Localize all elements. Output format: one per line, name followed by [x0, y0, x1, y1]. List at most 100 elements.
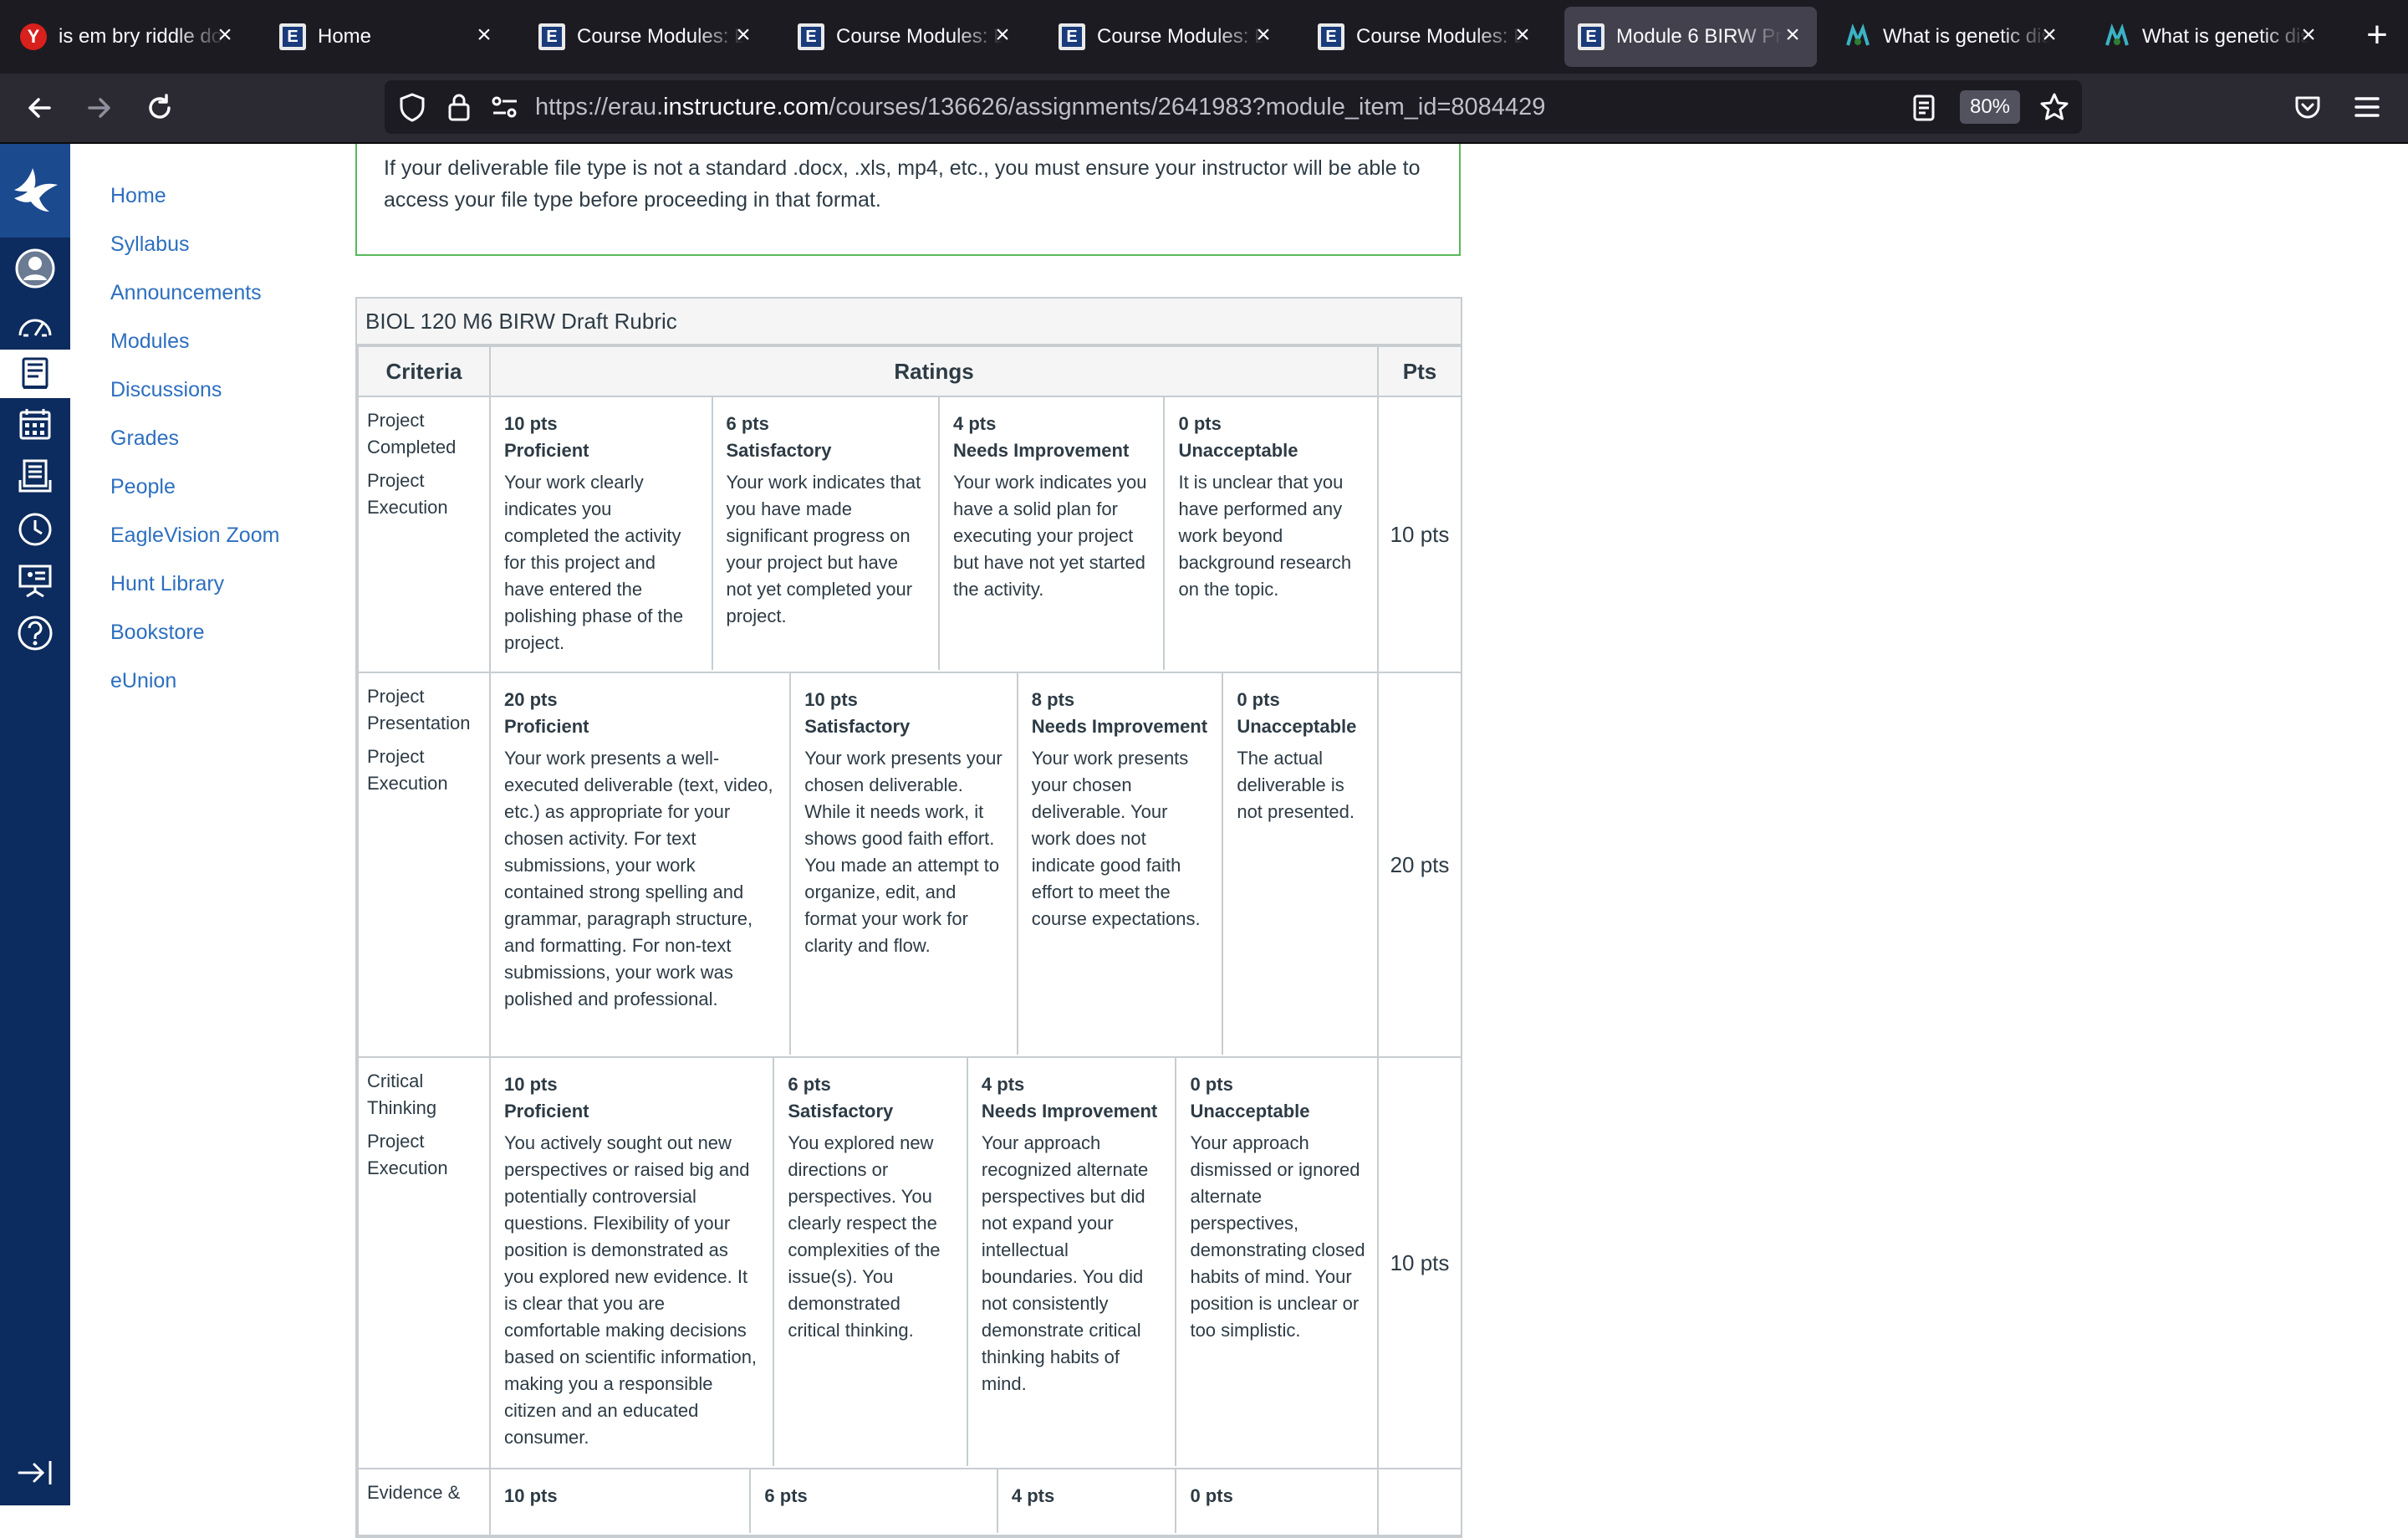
- course-nav-syllabus[interactable]: Syllabus: [110, 232, 190, 257]
- points-cell: 10 pts: [1377, 1056, 1462, 1469]
- canvas-favicon-icon: E: [538, 23, 565, 50]
- new-tab-button[interactable]: +: [2358, 17, 2396, 55]
- url-text[interactable]: https://erau.instructure.com/courses/136…: [535, 89, 1545, 125]
- collapse-arrow-icon: [18, 1461, 52, 1484]
- course-nav-announcements[interactable]: Announcements: [110, 281, 262, 305]
- rating: 10 pts Proficient You actively sought out …: [504, 1074, 758, 1448]
- course-nav-people[interactable]: People: [110, 475, 176, 499]
- close-tab-icon[interactable]: ×: [2296, 23, 2321, 49]
- ratings-header: Ratings: [489, 345, 1379, 397]
- close-tab-icon[interactable]: ×: [472, 23, 497, 49]
- points-cell: 20 pts: [1377, 672, 1462, 1058]
- zoom-level-button[interactable]: 80%: [1960, 90, 2020, 124]
- browser-tab[interactable]: E Home ×: [266, 7, 508, 67]
- back-button[interactable]: [20, 89, 59, 127]
- rubric-table: Criteria Ratings Pts Project Completed P…: [357, 345, 1462, 1536]
- tab-title: Home: [318, 25, 372, 48]
- criterion-description: Evidence &: [367, 1482, 461, 1503]
- close-tab-icon[interactable]: ×: [1251, 23, 1276, 49]
- rubric-row: Project Presentation Project Execution 2…: [357, 672, 1462, 1058]
- inbox-icon: [18, 459, 52, 493]
- bookmark-star-icon[interactable]: [2038, 92, 2070, 122]
- global-navigation: [0, 144, 70, 1505]
- course-nav-bookstore[interactable]: Bookstore: [110, 621, 205, 645]
- rating: 10 pts Proficient Your work clearly indica…: [504, 413, 684, 653]
- criterion-cell: Critical Thinking Project Execution: [357, 1056, 491, 1469]
- criterion-long-description: Project Execution: [367, 470, 448, 518]
- course-nav-eunion[interactable]: eUnion: [110, 669, 176, 693]
- rating: 6 pts Satisfactory Your work indicates tha…: [711, 397, 938, 670]
- nav-inbox[interactable]: [0, 452, 70, 500]
- browser-tab[interactable]: What is genetic dise ×: [1831, 7, 2074, 67]
- tab-title: Module 6 BIRW Proj: [1616, 25, 1783, 48]
- browser-tab[interactable]: E Course Modules: BIO ×: [1045, 7, 1288, 67]
- tab-title: Course Modules: BIO: [577, 25, 744, 48]
- browser-tab-active[interactable]: E Module 6 BIRW Proj ×: [1564, 7, 1817, 67]
- close-tab-icon[interactable]: ×: [212, 23, 237, 49]
- clock-history-icon: [18, 513, 52, 546]
- calendar-icon: [19, 409, 51, 440]
- close-tab-icon[interactable]: ×: [990, 23, 1015, 49]
- criterion-cell: Project Presentation Project Execution: [357, 672, 491, 1058]
- close-tab-icon[interactable]: ×: [1510, 23, 1535, 49]
- lock-icon[interactable]: [446, 92, 472, 122]
- ratings-cell: 10 pts 6 pts 4 pts 0 pts: [489, 1468, 1379, 1536]
- canvas-favicon-icon: E: [1578, 23, 1604, 50]
- criterion-description: Project Presentation: [367, 686, 471, 733]
- nav-account[interactable]: [0, 244, 70, 293]
- browser-tab[interactable]: E Course Modules: BIO ×: [784, 7, 1027, 67]
- forward-button[interactable]: [80, 89, 119, 127]
- canvas-favicon-icon: E: [798, 23, 824, 50]
- nav-history[interactable]: [0, 505, 70, 554]
- course-nav-grades[interactable]: Grades: [110, 427, 179, 451]
- browser-tab-bar: Y is em bry riddle dom × E Home × E Cour…: [0, 0, 2408, 74]
- nav-calendar[interactable]: [0, 400, 70, 448]
- close-tab-icon[interactable]: ×: [2037, 23, 2062, 49]
- browser-tab[interactable]: What is genetic dise ×: [2090, 7, 2333, 67]
- reader-view-icon[interactable]: [1911, 94, 1936, 122]
- rubric-row: Critical Thinking Project Execution 10 p…: [357, 1056, 1462, 1469]
- arrow-right-icon: [88, 98, 110, 118]
- rating: 0 pts Unacceptable It is unclear that you …: [1163, 397, 1377, 670]
- pocket-icon[interactable]: [2293, 92, 2323, 122]
- rubric-title: BIOL 120 M6 BIRW Draft Rubric: [357, 299, 1461, 345]
- close-tab-icon[interactable]: ×: [1780, 23, 1805, 49]
- nav-dashboard[interactable]: [0, 301, 70, 350]
- browser-tab[interactable]: Y is em bry riddle dom ×: [7, 7, 249, 67]
- rating: 10 pts Satisfactory Your work presents you…: [789, 673, 1016, 1055]
- tab-title: What is genetic dise: [1883, 25, 2050, 48]
- studio-presentation-icon: [18, 565, 52, 598]
- tab-title: is em bry riddle dom: [59, 25, 226, 48]
- dashboard-gauge-icon: [18, 319, 52, 337]
- nav-collapse[interactable]: [0, 1449, 70, 1497]
- tab-title: What is genetic dise: [2142, 25, 2309, 48]
- account-avatar-icon: [15, 248, 55, 289]
- rating: 0 pts Unacceptable The actual deliverable …: [1222, 673, 1377, 1055]
- close-tab-icon[interactable]: ×: [731, 23, 756, 49]
- ratings-cell: 10 pts Proficient Your work clearly indica…: [489, 396, 1379, 673]
- rating: 0 pts Unacceptable Your approach dismissed…: [1175, 1058, 1377, 1466]
- nav-courses[interactable]: [0, 350, 70, 398]
- browser-tab[interactable]: E Course Modules: BIO ×: [525, 7, 768, 67]
- criterion-cell: Evidence &: [357, 1468, 491, 1536]
- course-nav-discussions[interactable]: Discussions: [110, 378, 222, 402]
- criterion-description: Critical Thinking: [367, 1070, 437, 1118]
- courses-book-icon: [22, 357, 48, 389]
- menu-icon[interactable]: [2353, 94, 2381, 120]
- nav-studio[interactable]: [0, 557, 70, 605]
- permissions-icon[interactable]: [490, 94, 520, 120]
- course-nav-modules[interactable]: Modules: [110, 330, 190, 354]
- course-nav-hunt-library[interactable]: Hunt Library: [110, 572, 224, 596]
- nav-help[interactable]: [0, 609, 70, 657]
- canvas-favicon-icon: E: [1059, 23, 1085, 50]
- reload-icon: [149, 94, 171, 119]
- eagle-logo-icon[interactable]: [0, 144, 70, 238]
- course-nav-eaglevision-zoom[interactable]: EagleVision Zoom: [110, 524, 279, 548]
- rating: 10 pts: [504, 1485, 558, 1506]
- reload-button[interactable]: [140, 89, 179, 127]
- criterion-long-description: Project Execution: [367, 1131, 448, 1178]
- yahoo-favicon-icon: Y: [20, 23, 47, 50]
- browser-tab[interactable]: E Course Modules: BIO ×: [1304, 7, 1547, 67]
- shield-icon[interactable]: [398, 92, 426, 122]
- course-nav-home[interactable]: Home: [110, 184, 166, 208]
